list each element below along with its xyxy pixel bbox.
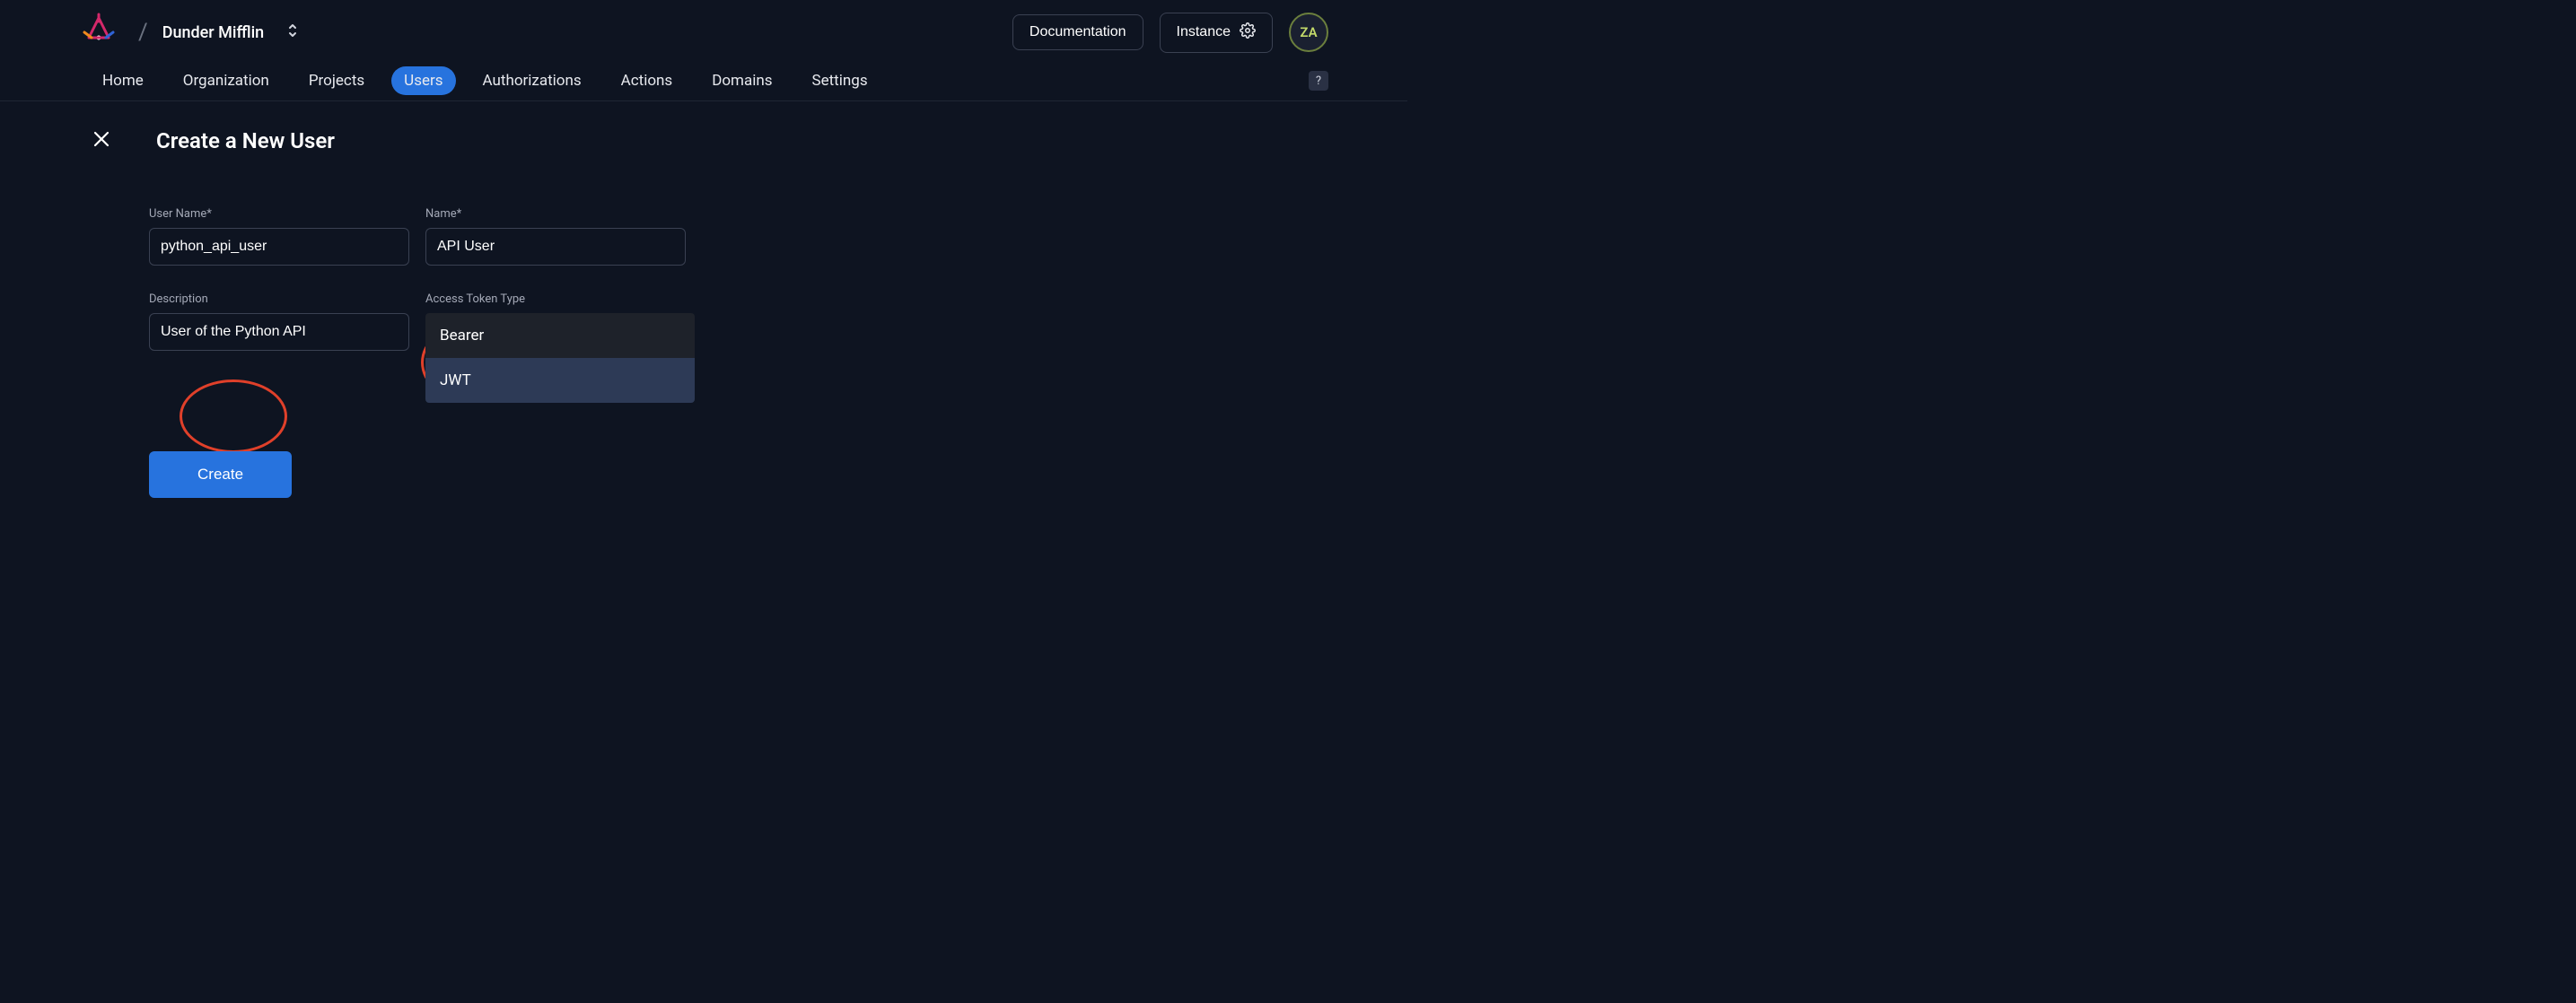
nav-item-actions[interactable]: Actions [609,66,686,95]
logo-icon [79,11,118,54]
nav-item-organization[interactable]: Organization [171,66,282,95]
token-type-dropdown[interactable]: BearerJWT [425,313,695,403]
create-user-form: User Name* Name* Description Access Toke… [149,207,1328,498]
instance-label: Instance [1177,24,1231,40]
nav-item-projects[interactable]: Projects [296,66,377,95]
documentation-label: Documentation [1030,24,1126,40]
page-title: Create a New User [156,128,335,153]
breadcrumb-separator: / [138,19,148,46]
create-button[interactable]: Create [149,451,292,498]
field-description: Description [149,292,409,351]
username-label: User Name* [149,207,409,221]
create-label: Create [197,466,243,483]
token-type-option-bearer[interactable]: Bearer [425,313,695,358]
field-token-type: Access Token Type BearerJWT [425,292,686,403]
org-selector[interactable]: Dunder Mifflin [162,22,298,43]
main-nav: Home Organization Projects Users Authorizati… [0,52,1407,101]
description-label: Description [149,292,409,306]
close-icon[interactable] [90,126,113,155]
documentation-button[interactable]: Documentation [1012,14,1143,50]
description-input[interactable] [149,313,409,351]
annotation-circle-create [180,379,287,453]
instance-button[interactable]: Instance [1160,13,1273,53]
nav-item-domains[interactable]: Domains [699,66,784,95]
avatar-initials: ZA [1300,24,1317,40]
token-type-option-jwt[interactable]: JWT [425,358,695,403]
nav-item-home[interactable]: Home [90,66,156,95]
username-input[interactable] [149,228,409,266]
field-name: Name* [425,207,686,266]
org-name: Dunder Mifflin [162,23,264,42]
nav-item-authorizations[interactable]: Authorizations [470,66,594,95]
nav-item-settings[interactable]: Settings [800,66,881,95]
chevron-sort-icon [287,22,298,43]
header: / Dunder Mifflin Documentation Instance [0,0,1407,52]
avatar[interactable]: ZA [1289,13,1328,52]
nav-item-users[interactable]: Users [391,66,455,95]
name-label: Name* [425,207,686,221]
help-button[interactable]: ? [1309,71,1328,91]
gear-icon [1240,22,1256,43]
token-type-label: Access Token Type [425,292,686,306]
logo-area: / Dunder Mifflin [79,11,298,54]
name-input[interactable] [425,228,686,266]
help-label: ? [1316,74,1321,88]
field-username: User Name* [149,207,409,266]
